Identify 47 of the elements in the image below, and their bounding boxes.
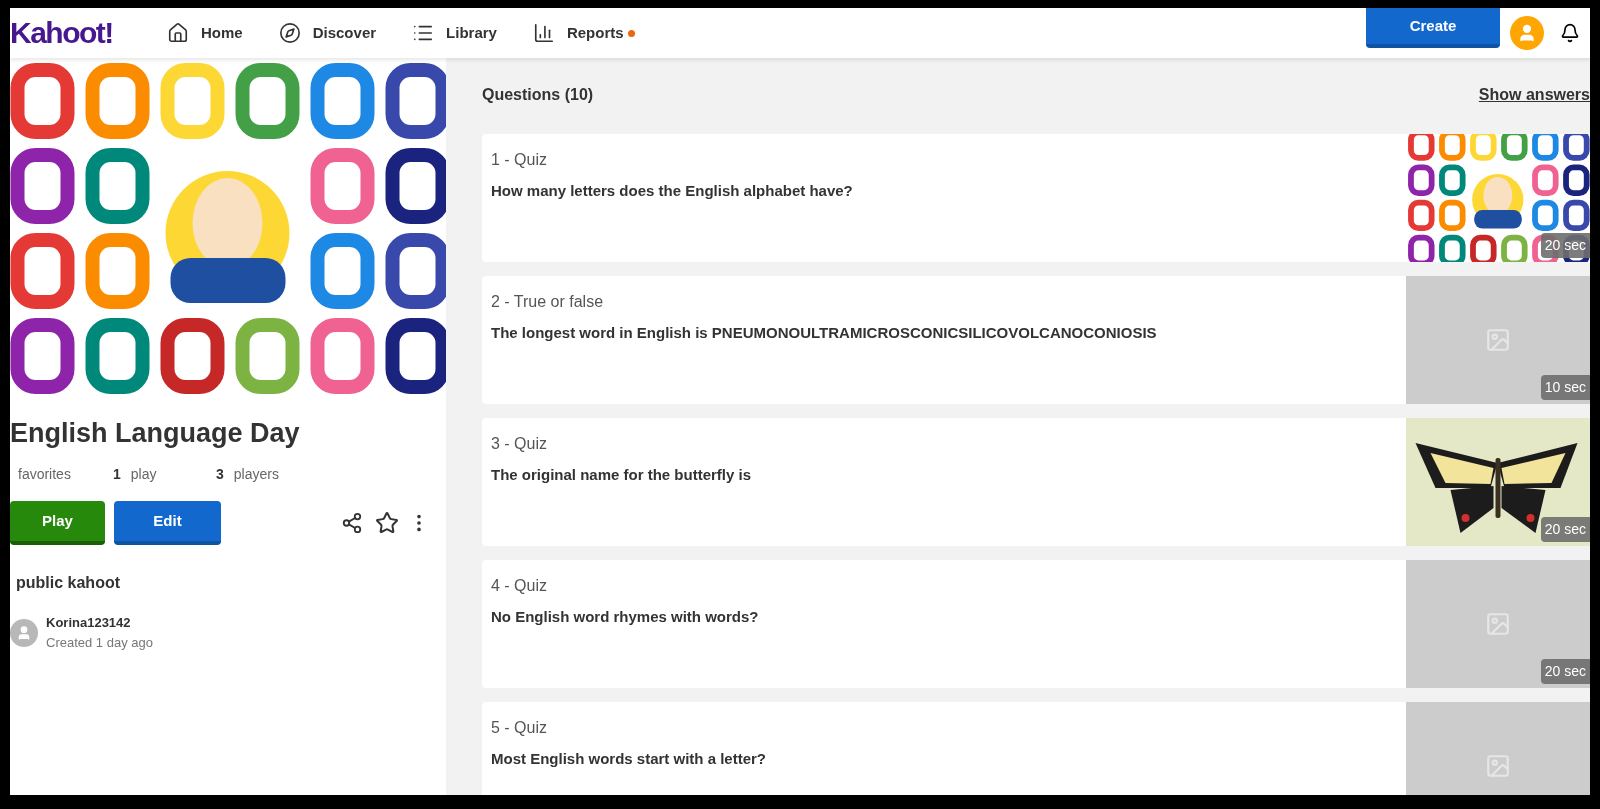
question-text: No English word rhymes with words? bbox=[491, 607, 760, 627]
image-placeholder-icon bbox=[1485, 611, 1511, 637]
question-text: Most English words start with a letter? bbox=[491, 749, 768, 769]
time-badge: 20 sec bbox=[1540, 659, 1590, 684]
compass-icon bbox=[278, 22, 301, 44]
question-card[interactable]: 2 - True or false The longest word in English is PNEUMONOULTRAMICROSCONICSILICOVOLCANOCONIOSIS 10 sec bbox=[482, 276, 1590, 404]
question-text: How many letters does the English alphabet have? bbox=[491, 181, 854, 201]
create-button[interactable]: Create bbox=[1366, 8, 1500, 48]
show-answers-link[interactable]: Show answers bbox=[1478, 83, 1590, 107]
play-button[interactable]: Play bbox=[10, 501, 105, 545]
stat-label: players bbox=[233, 465, 279, 484]
author-name[interactable]: Korina123142 bbox=[46, 613, 153, 633]
question-text: The longest word in English is PNEUMONOULTRAMICROSCONICSILICOVOLCANOCONIOSIS bbox=[491, 323, 1158, 343]
question-type: 4 - Quiz bbox=[491, 576, 548, 596]
question-type: 1 - Quiz bbox=[491, 150, 548, 170]
star-icon[interactable] bbox=[375, 511, 399, 535]
stat-value: 3 bbox=[216, 465, 224, 484]
created-time: Created 1 day ago bbox=[46, 633, 153, 652]
visibility-label: public kahoot bbox=[16, 573, 121, 593]
nav-link[interactable]: Home bbox=[167, 21, 243, 45]
notification-bell-icon[interactable] bbox=[1560, 23, 1580, 43]
home-icon bbox=[167, 22, 189, 44]
question-card[interactable]: 4 - Quiz No English word rhymes with words? 20 sec bbox=[482, 560, 1590, 688]
question-type: 3 - Quiz bbox=[491, 434, 548, 454]
time-badge: 10 sec bbox=[1540, 375, 1590, 400]
kahoot-title: English Language Day bbox=[10, 417, 301, 450]
question-card[interactable]: 3 - Quiz The original name for the butterfly is 20 sec bbox=[482, 418, 1590, 546]
question-card[interactable]: 5 - Quiz Most English words start with a letter? bbox=[482, 702, 1590, 795]
stat-label: favorites bbox=[18, 465, 71, 484]
stat-value: 1 bbox=[113, 465, 121, 484]
time-badge: 20 sec bbox=[1540, 233, 1590, 258]
image-placeholder-icon bbox=[1485, 753, 1511, 779]
nav-link[interactable]: Library bbox=[412, 21, 497, 45]
question-card[interactable]: 1 - Quiz How many letters does the English alphabet have? 20 sec bbox=[482, 134, 1590, 262]
image-placeholder-icon bbox=[1485, 327, 1511, 353]
share-icon[interactable] bbox=[341, 512, 363, 534]
questions-heading: Questions (10) bbox=[482, 85, 594, 105]
bar-chart-icon bbox=[532, 22, 555, 44]
time-badge: 20 sec bbox=[1540, 517, 1590, 542]
question-type: 2 - True or false bbox=[491, 292, 605, 312]
stat-label: play bbox=[130, 465, 157, 484]
question-text: The original name for the butterfly is bbox=[491, 465, 753, 485]
nav-link[interactable]: Discover bbox=[278, 21, 377, 45]
question-type: 5 - Quiz bbox=[491, 718, 548, 738]
nav-link[interactable]: Reports bbox=[532, 21, 635, 45]
logo[interactable]: Kahoot! bbox=[10, 18, 140, 48]
edit-button[interactable]: Edit bbox=[114, 501, 221, 545]
